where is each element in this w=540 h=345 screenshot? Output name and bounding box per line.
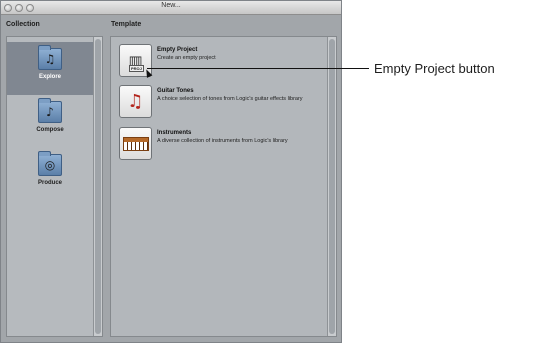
- piano-keys-icon: [122, 136, 149, 151]
- template-scroll-thumb[interactable]: [329, 39, 335, 334]
- guitar-folder-icon: ♫: [38, 45, 62, 70]
- guitar-icon[interactable]: ♫: [119, 85, 152, 118]
- template-header: Template: [111, 21, 142, 28]
- keyboard-icon[interactable]: [119, 127, 152, 160]
- title-bar: New...: [1, 1, 341, 15]
- new-project-window: New... Collection Template ♫ Explore ♪ C…: [0, 0, 342, 343]
- piano-folder-icon: ♪: [38, 98, 62, 123]
- template-name: Empty Project: [157, 47, 198, 53]
- collection-item-compose[interactable]: ♪ Compose: [7, 95, 93, 148]
- mixer-folder-icon: ◎: [38, 151, 62, 176]
- collection-item-label: Explore: [38, 74, 61, 80]
- collection-scroll-thumb[interactable]: [95, 39, 101, 334]
- collection-scrollbar[interactable]: [93, 37, 102, 336]
- template-description: A choice selection of tones from Logic's…: [157, 96, 303, 102]
- template-item-guitar-tones[interactable]: ♫ Guitar Tones A choice selection of ton…: [119, 85, 319, 121]
- template-name: Instruments: [157, 130, 192, 136]
- template-item-instruments[interactable]: Instruments A diverse collection of inst…: [119, 127, 319, 163]
- template-description: Create an empty project: [157, 55, 216, 61]
- collection-item-produce[interactable]: ◎ Produce: [7, 148, 93, 201]
- collection-item-explore[interactable]: ♫ Explore: [7, 42, 93, 95]
- collection-item-label: Produce: [37, 180, 62, 186]
- callout-line: [147, 68, 369, 69]
- collection-list: ♫ Explore ♪ Compose ◎ Produce: [6, 36, 103, 337]
- template-scrollbar[interactable]: [327, 37, 336, 336]
- template-name: Guitar Tones: [157, 88, 194, 94]
- collection-item-label: Compose: [36, 127, 64, 133]
- template-list: ▥ PROJ Empty Project Create an empty pro…: [110, 36, 337, 337]
- callout-label: Empty Project button: [374, 61, 495, 76]
- template-description: A diverse collection of instruments from…: [157, 138, 288, 144]
- project-badge: PROJ: [129, 65, 144, 72]
- collection-header: Collection: [6, 21, 40, 28]
- window-title: New...: [161, 2, 181, 9]
